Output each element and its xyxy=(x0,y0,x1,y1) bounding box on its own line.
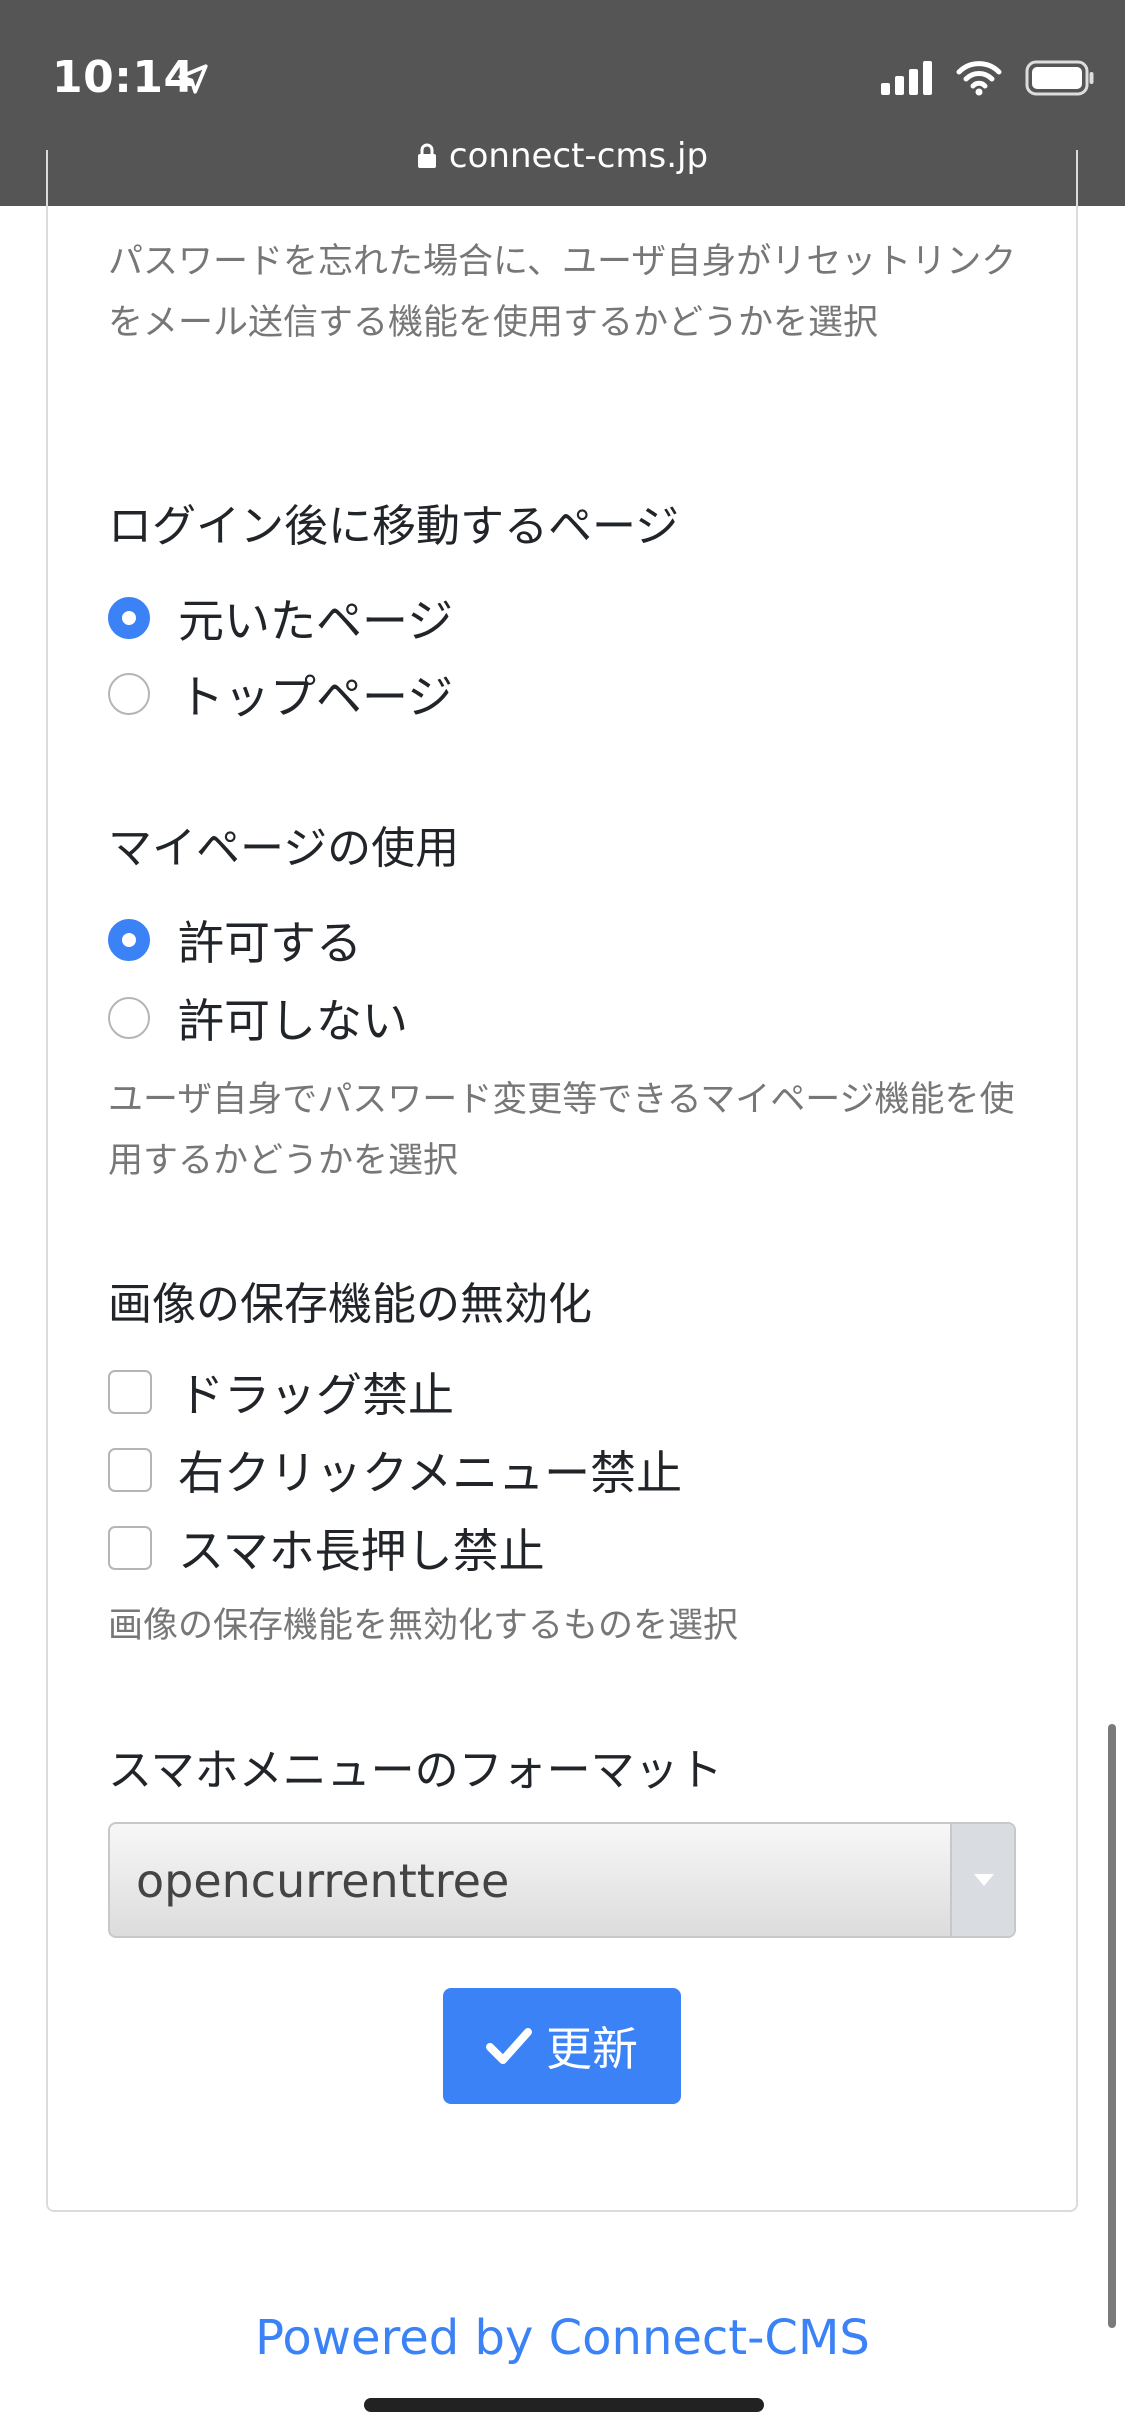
home-indicator[interactable] xyxy=(364,2398,764,2412)
checkmark-icon xyxy=(486,2028,532,2064)
powered-by-link[interactable]: Powered by Connect-CMS xyxy=(0,2310,1125,2366)
image-save-help: 画像の保存機能を無効化するものを選択 xyxy=(108,1606,739,1646)
image-save-label: 画像の保存機能の無効化 xyxy=(108,1279,592,1330)
checkbox[interactable] xyxy=(108,1526,152,1570)
wifi-icon xyxy=(956,61,1002,96)
login-redirect-option-previous[interactable]: 元いたページ xyxy=(108,590,453,648)
image-save-option-long-press[interactable]: スマホ長押し禁止 xyxy=(108,1520,545,1578)
status-time: 10:14 xyxy=(52,52,195,103)
option-label: 元いたページ xyxy=(178,594,454,648)
smartphone-menu-label: スマホメニューのフォーマット xyxy=(108,1745,723,1796)
password-reset-help: パスワードを忘れた場合に、ユーザ自身がリセットリンクをメール送信する機能を使用す… xyxy=(108,242,1017,343)
battery-icon xyxy=(1025,60,1094,96)
option-label: 右クリックメニュー禁止 xyxy=(178,1446,683,1500)
option-label: トップページ xyxy=(178,670,454,724)
cellular-signal-icon xyxy=(881,61,932,95)
option-label: 許可する xyxy=(178,916,362,970)
mypage-option-allow[interactable]: 許可する xyxy=(108,912,362,970)
radio-button[interactable] xyxy=(108,597,150,639)
select-value: opencurrenttree xyxy=(136,1854,510,1908)
radio-button[interactable] xyxy=(108,997,150,1039)
option-label: 許可しない xyxy=(178,994,408,1048)
radio-button[interactable] xyxy=(108,919,150,961)
mypage-option-deny[interactable]: 許可しない xyxy=(108,990,408,1048)
image-save-option-right-click[interactable]: 右クリックメニュー禁止 xyxy=(108,1442,682,1500)
option-label: スマホ長押し禁止 xyxy=(178,1524,545,1578)
mypage-label: マイページの使用 xyxy=(108,823,460,874)
login-redirect-label: ログイン後に移動するページ xyxy=(108,501,680,552)
checkbox[interactable] xyxy=(108,1448,152,1492)
smartphone-menu-select[interactable]: opencurrenttree xyxy=(108,1822,1016,1938)
login-redirect-option-top[interactable]: トップページ xyxy=(108,666,453,724)
mypage-help: ユーザ自身でパスワード変更等できるマイページ機能を使用するかどうかを選択 xyxy=(108,1080,1015,1181)
chevron-down-icon[interactable] xyxy=(950,1824,1014,1936)
update-button[interactable]: 更新 xyxy=(443,1988,681,2104)
image-save-option-drag[interactable]: ドラッグ禁止 xyxy=(108,1364,454,1422)
checkbox[interactable] xyxy=(108,1370,152,1414)
scrollbar[interactable] xyxy=(1108,1724,1116,2328)
option-label: ドラッグ禁止 xyxy=(178,1368,454,1422)
radio-button[interactable] xyxy=(108,673,150,715)
location-arrow-icon xyxy=(178,64,208,94)
update-button-label: 更新 xyxy=(546,2022,638,2076)
